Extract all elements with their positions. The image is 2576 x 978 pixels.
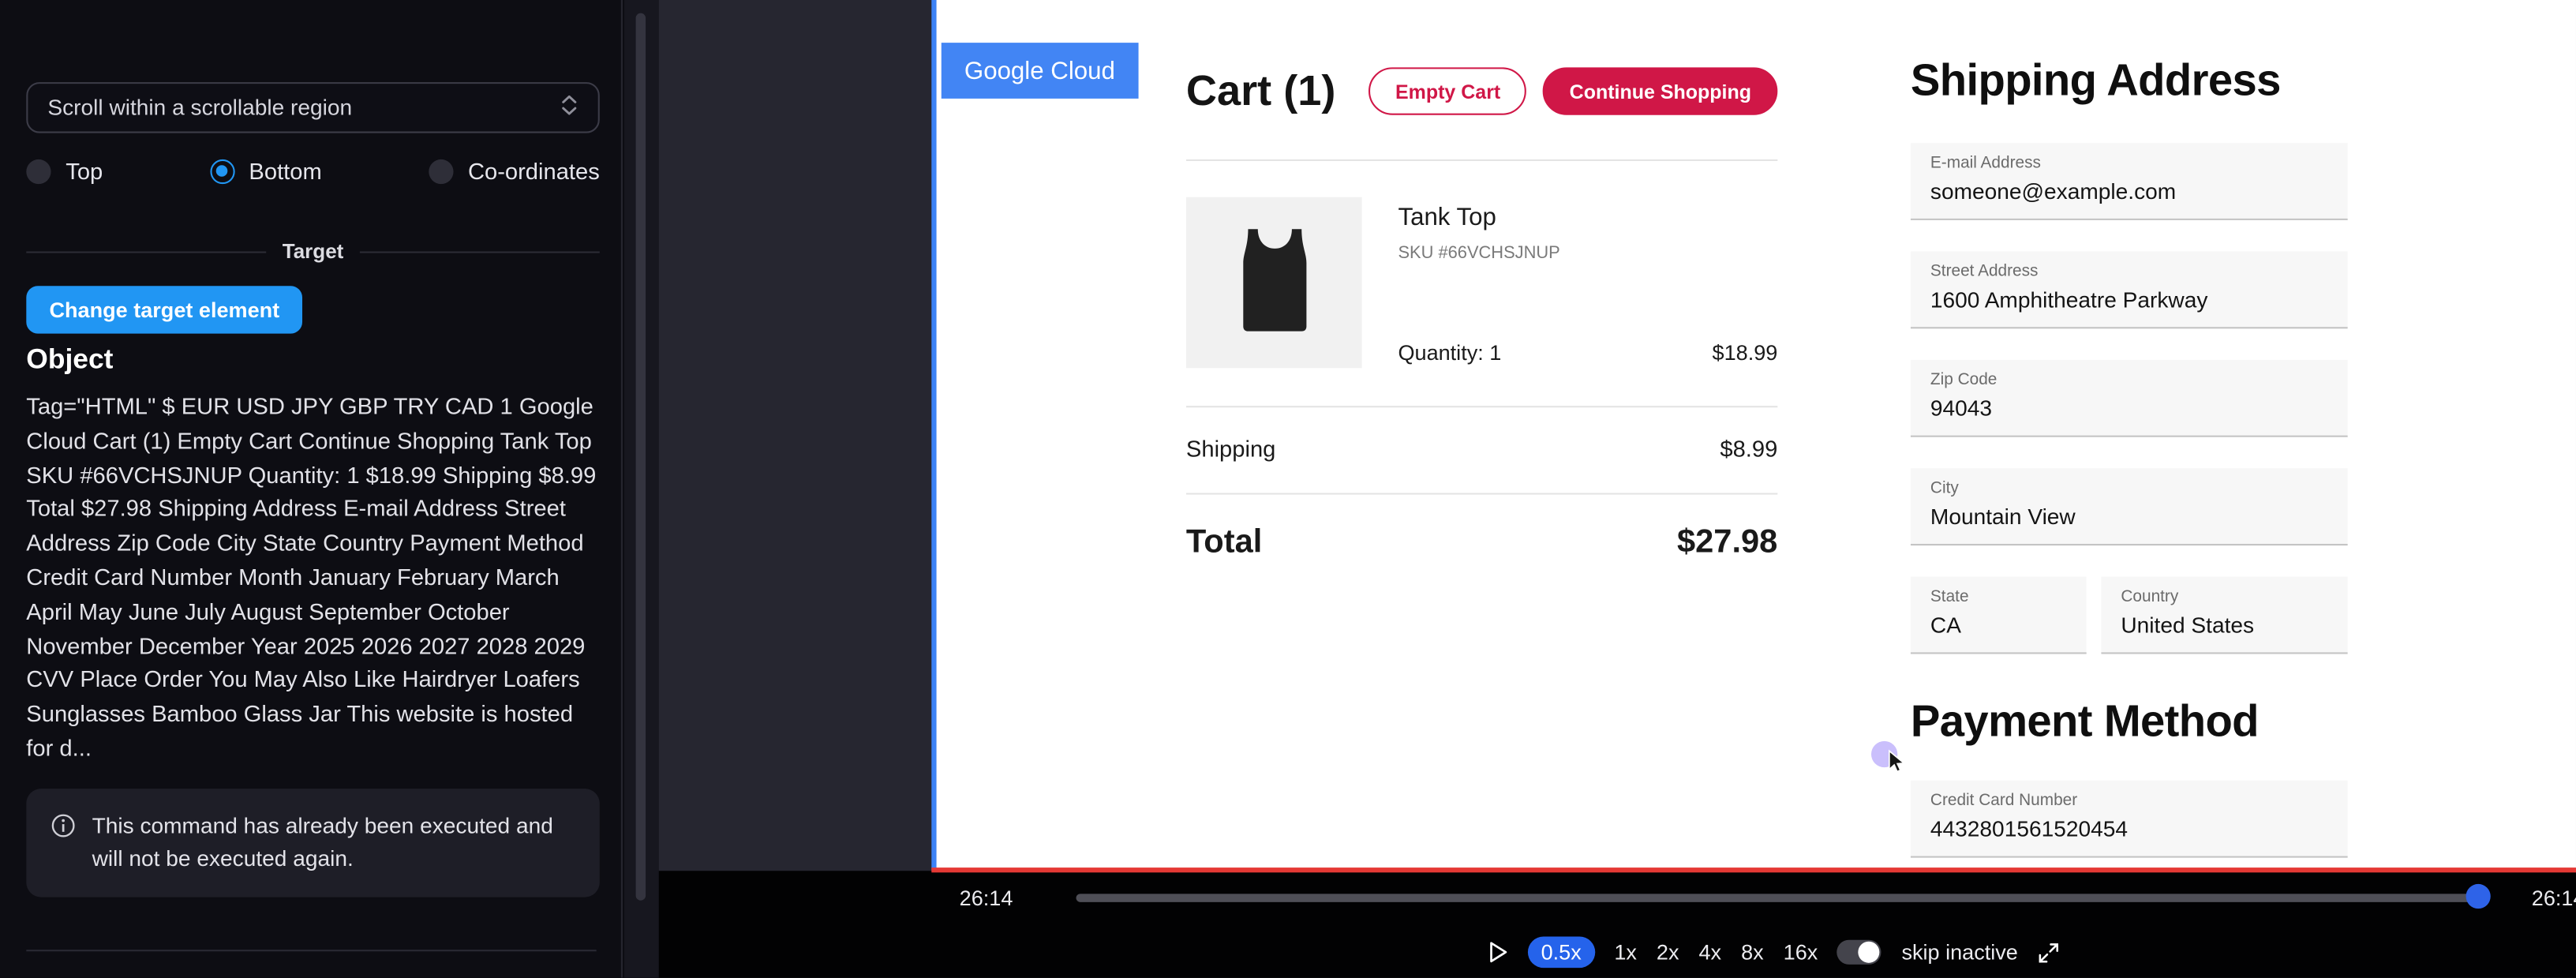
product-sku: SKU #66VCHSJNUP — [1398, 243, 1777, 263]
field-value: Mountain View — [1930, 504, 2328, 529]
cart-section: Cart (1) Empty Cart Continue Shopping T — [1186, 0, 1777, 562]
element-highlight-left-edge — [931, 0, 936, 871]
total-price: $27.98 — [1677, 524, 1777, 562]
speed-4x-button[interactable]: 4x — [1699, 940, 1722, 965]
divider-line — [1186, 159, 1777, 161]
skip-inactive-toggle[interactable] — [1837, 940, 1881, 965]
app-window: Scroll within a scrollable region Top Bo… — [0, 0, 2576, 978]
player-controls: 0.5x 1x 2x 4x 8x 16x skip inactive — [1488, 937, 2061, 969]
replay-stage: Google Cloud Cart (1) Empty Cart Continu… — [659, 0, 2576, 978]
info-icon — [51, 813, 76, 846]
quantity-price-row: Quantity: 1 $18.99 — [1398, 340, 1777, 368]
field-label: Credit Card Number — [1930, 792, 2328, 810]
field-value: someone@example.com — [1930, 179, 2328, 204]
cart-item-details: Tank Top SKU #66VCHSJNUP Quantity: 1 $18… — [1398, 197, 1777, 368]
field-label: State — [1930, 588, 2067, 606]
total-row: Total $27.98 — [1186, 524, 1777, 562]
divider-line — [26, 250, 266, 252]
radio-icon — [26, 159, 51, 183]
toggle-knob — [1859, 942, 1880, 963]
empty-cart-button[interactable]: Empty Cart — [1369, 67, 1527, 114]
end-time-label: 26:14 — [2532, 886, 2576, 910]
speed-1x-button[interactable]: 1x — [1614, 940, 1637, 965]
radio-icon — [429, 159, 453, 183]
radio-selected-icon — [209, 159, 234, 183]
seek-handle[interactable] — [2466, 884, 2491, 909]
fullscreen-icon[interactable] — [2038, 941, 2061, 964]
checkout-section: Shipping Address E-mail Address someone@… — [1911, 0, 2348, 858]
element-highlight-bottom-edge — [931, 867, 2576, 872]
field-label: E-mail Address — [1930, 155, 2328, 173]
field-value: 4432801561520454 — [1930, 817, 2328, 841]
field-value: 94043 — [1930, 396, 2328, 421]
field-value: United States — [2121, 613, 2327, 637]
object-heading: Object — [26, 343, 113, 377]
state-field[interactable]: State CA — [1911, 577, 2087, 654]
radio-label: Co-ordinates — [468, 158, 600, 184]
email-field[interactable]: E-mail Address someone@example.com — [1911, 143, 2348, 220]
payment-method-heading: Payment Method — [1911, 697, 2348, 748]
product-name: Tank Top — [1398, 204, 1777, 231]
cart-item-row: Tank Top SKU #66VCHSJNUP Quantity: 1 $18… — [1186, 197, 1777, 368]
product-image-tank-top — [1186, 197, 1362, 368]
current-time-label: 26:14 — [960, 886, 1013, 910]
target-section-divider: Target — [26, 240, 599, 263]
google-cloud-badge: Google Cloud — [942, 43, 1138, 99]
speed-8x-button[interactable]: 8x — [1741, 940, 1764, 965]
shipping-price: $8.99 — [1720, 436, 1777, 462]
scroll-position-radios: Top Bottom Co-ordinates — [26, 158, 599, 184]
target-section-label: Target — [283, 240, 344, 263]
field-value: CA — [1930, 613, 2067, 637]
quantity-label: Quantity: 1 — [1398, 340, 1501, 365]
radio-option-top[interactable]: Top — [26, 158, 103, 184]
country-field[interactable]: Country United States — [2101, 577, 2347, 654]
field-label: Country — [2121, 588, 2327, 606]
divider-line — [1186, 493, 1777, 494]
street-address-field[interactable]: Street Address 1600 Amphitheatre Parkway — [1911, 251, 2348, 328]
speed-16x-button[interactable]: 16x — [1784, 940, 1818, 965]
continue-shopping-button[interactable]: Continue Shopping — [1543, 67, 1777, 114]
divider-line — [1186, 406, 1777, 407]
executed-notice-text: This command has already been executed a… — [92, 810, 575, 875]
city-field[interactable]: City Mountain View — [1911, 468, 2348, 545]
executed-notice: This command has already been executed a… — [26, 789, 599, 897]
scrollbar-thumb[interactable] — [636, 13, 646, 901]
speed-0-5x-button[interactable]: 0.5x — [1528, 937, 1594, 969]
scroll-type-select[interactable]: Scroll within a scrollable region — [26, 82, 599, 133]
sidebar-divider — [26, 950, 596, 951]
radio-label: Bottom — [249, 158, 321, 184]
play-button[interactable] — [1488, 940, 1508, 965]
shipping-label: Shipping — [1186, 436, 1275, 462]
total-label: Total — [1186, 524, 1262, 562]
item-price: $18.99 — [1713, 340, 1778, 365]
field-value: 1600 Amphitheatre Parkway — [1930, 287, 2328, 312]
shipping-row: Shipping $8.99 — [1186, 436, 1777, 462]
mouse-pointer-icon — [1885, 749, 1909, 785]
cart-header: Cart (1) Empty Cart Continue Shopping — [1186, 66, 1777, 117]
command-sidebar: Scroll within a scrollable region Top Bo… — [0, 0, 623, 978]
sidebar-scrollbar — [624, 0, 659, 978]
field-label: Street Address — [1930, 263, 2328, 281]
zip-code-field[interactable]: Zip Code 94043 — [1911, 360, 2348, 437]
cart-title: Cart (1) — [1186, 66, 1335, 117]
field-label: Zip Code — [1930, 371, 2328, 389]
shipping-address-heading: Shipping Address — [1911, 56, 2348, 107]
radio-option-coordinates[interactable]: Co-ordinates — [429, 158, 600, 184]
radio-label: Top — [66, 158, 103, 184]
state-country-row: State CA Country United States — [1911, 545, 2348, 654]
object-dump-text: Tag="HTML" $ EUR USD JPY GBP TRY CAD 1 G… — [26, 389, 606, 765]
scroll-type-select-value: Scroll within a scrollable region — [47, 96, 352, 120]
radio-option-bottom[interactable]: Bottom — [209, 158, 321, 184]
seek-track[interactable] — [1076, 894, 2477, 901]
select-chevrons-icon — [560, 94, 578, 122]
divider-line — [360, 250, 600, 252]
skip-inactive-label: skip inactive — [1901, 940, 2017, 965]
change-target-button[interactable]: Change target element — [26, 286, 302, 333]
credit-card-number-field[interactable]: Credit Card Number 4432801561520454 — [1911, 781, 2348, 858]
field-label: City — [1930, 480, 2328, 498]
recorded-website: Cart (1) Empty Cart Continue Shopping T — [937, 0, 2576, 871]
cart-actions: Empty Cart Continue Shopping — [1369, 67, 1778, 114]
speed-2x-button[interactable]: 2x — [1657, 940, 1679, 965]
player-timeline-bar: 26:14 26:14 0.5x 1x 2x 4x 8x 16x skip in… — [659, 871, 2576, 977]
